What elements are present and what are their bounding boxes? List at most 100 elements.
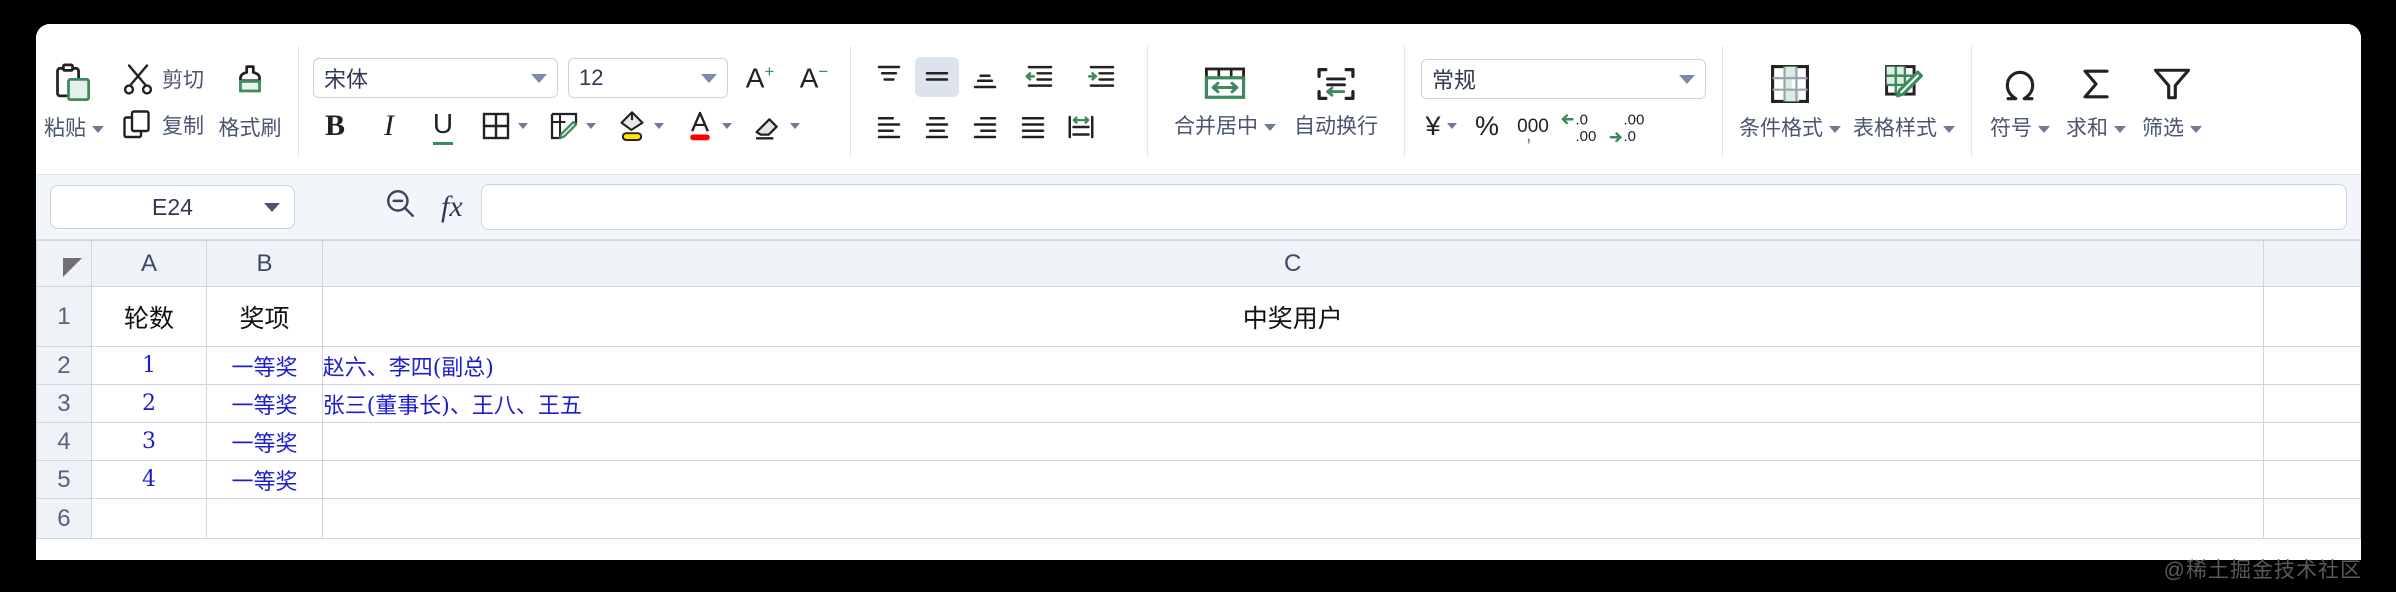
cell-b3[interactable]: 一等奖	[206, 384, 323, 423]
wrap-text-button[interactable]: 自动换行	[1288, 60, 1384, 144]
cell-b1[interactable]: 奖项	[206, 286, 323, 347]
cell-c5[interactable]	[321, 460, 2264, 499]
filter-button[interactable]: 筛选	[2134, 30, 2210, 174]
merge-center-button[interactable]: 合并居中	[1168, 60, 1282, 144]
row-header-3[interactable]: 3	[36, 384, 92, 423]
cell-a3[interactable]: 2	[90, 384, 208, 423]
borders-button[interactable]	[475, 106, 533, 146]
chevron-down-icon[interactable]	[1264, 123, 1276, 131]
column-header-a[interactable]: A	[90, 240, 208, 287]
cell-a1[interactable]: 轮数	[90, 286, 208, 347]
row-header-6[interactable]: 6	[36, 498, 92, 539]
increase-indent-button[interactable]	[1073, 57, 1131, 97]
decrease-decimal-button[interactable]: .00 .0	[1607, 107, 1649, 145]
select-all-corner[interactable]	[36, 240, 92, 287]
row-header-2[interactable]: 2	[36, 346, 92, 385]
font-size-select[interactable]: 12	[568, 58, 728, 98]
cell-c2[interactable]: 赵六、李四(副总)	[321, 346, 2264, 385]
zoom-out-icon[interactable]	[383, 186, 417, 228]
decrease-font-size-button[interactable]: A−	[792, 58, 836, 98]
cell-a2[interactable]: 1	[90, 346, 208, 385]
column-header-d[interactable]	[2262, 240, 2361, 287]
formula-bar-tools: fx	[383, 186, 463, 228]
align-left-button[interactable]	[867, 107, 911, 147]
cell-c3[interactable]: 张三(董事长)、王八、王五	[321, 384, 2264, 423]
cell-b5[interactable]: 一等奖	[206, 460, 323, 499]
comma-style-button[interactable]: 000,	[1513, 107, 1553, 145]
cell-a4[interactable]: 3	[90, 422, 208, 461]
row-header-4[interactable]: 4	[36, 422, 92, 461]
column-header-c[interactable]: C	[321, 240, 2264, 287]
chevron-down-icon[interactable]	[1446, 123, 1457, 129]
cell-d5[interactable]	[2262, 460, 2361, 499]
cell-d1[interactable]	[2262, 286, 2361, 347]
function-label[interactable]: fx	[441, 190, 463, 224]
cell-b6[interactable]	[206, 498, 323, 539]
chevron-down-icon[interactable]	[518, 123, 528, 129]
paste-button[interactable]: 粘贴	[36, 30, 112, 174]
cell-c1[interactable]: 中奖用户	[321, 286, 2264, 347]
cell-a5[interactable]: 4	[90, 460, 208, 499]
cell-b2[interactable]: 一等奖	[206, 346, 323, 385]
cut-button[interactable]: 剪切	[112, 58, 212, 100]
increase-font-size-button[interactable]: A+	[738, 58, 782, 98]
fill-color-button[interactable]	[611, 106, 669, 146]
ribbon-toolbar: 粘贴 剪切 复制 格式刷 宋体 12 A+ A− B I U 合并居中 自动换行…	[36, 24, 2361, 174]
number-format-select[interactable]: 常规	[1421, 59, 1706, 99]
chevron-down-icon[interactable]	[2114, 125, 2126, 133]
align-right-button[interactable]	[963, 107, 1007, 147]
font-family-select[interactable]: 宋体	[313, 58, 558, 98]
symbol-button[interactable]: 符号	[1982, 30, 2058, 174]
italic-button[interactable]: I	[367, 106, 411, 146]
cell-a6[interactable]	[90, 498, 208, 539]
cell-c4[interactable]	[321, 422, 2264, 461]
number-format-value: 常规	[1432, 68, 1477, 93]
align-top-button[interactable]	[867, 57, 911, 97]
cell-d6[interactable]	[2262, 498, 2361, 539]
chevron-down-icon[interactable]	[1943, 125, 1955, 133]
increase-decimal-button[interactable]: .0 .00	[1559, 107, 1601, 145]
align-bottom-icon	[970, 62, 1000, 92]
format-painter-button[interactable]: 格式刷	[212, 30, 288, 174]
align-middle-button[interactable]	[915, 57, 959, 97]
cell-style-button[interactable]	[543, 106, 601, 146]
align-bottom-button[interactable]	[963, 57, 1007, 97]
chevron-down-icon[interactable]	[264, 202, 280, 212]
underline-button[interactable]: U	[421, 106, 465, 146]
cell-pen-icon	[548, 110, 580, 142]
name-box[interactable]: E24	[50, 185, 295, 229]
conditional-format-button[interactable]: 条件格式	[1733, 30, 1847, 174]
currency-button[interactable]: ¥	[1421, 107, 1461, 145]
chevron-down-icon[interactable]	[1829, 125, 1841, 133]
formula-input[interactable]	[480, 184, 2347, 230]
cell-d4[interactable]	[2262, 422, 2361, 461]
row-header-1[interactable]: 1	[36, 286, 92, 347]
cell-d2[interactable]	[2262, 346, 2361, 385]
decrease-indent-button[interactable]	[1011, 57, 1069, 97]
copy-button[interactable]: 复制	[112, 104, 212, 146]
cell-d3[interactable]	[2262, 384, 2361, 423]
distribute-align-button[interactable]	[1059, 107, 1103, 147]
percent-button[interactable]: %	[1467, 107, 1507, 145]
svg-text:.00: .00	[1576, 128, 1597, 144]
chevron-down-icon[interactable]	[654, 123, 664, 129]
cell-b4[interactable]: 一等奖	[206, 422, 323, 461]
align-center-button[interactable]	[915, 107, 959, 147]
row-header-5[interactable]: 5	[36, 460, 92, 499]
funnel-icon	[2149, 62, 2195, 106]
table-style-button[interactable]: 表格样式	[1847, 30, 1961, 174]
chevron-down-icon[interactable]	[790, 123, 800, 129]
clear-format-button[interactable]	[747, 106, 805, 146]
chevron-down-icon[interactable]	[586, 123, 596, 129]
font-color-button[interactable]	[679, 106, 737, 146]
align-justify-button[interactable]	[1011, 107, 1055, 147]
chevron-down-icon[interactable]	[92, 125, 104, 133]
cell-c6[interactable]	[321, 498, 2264, 539]
table-row: 3 2 一等奖 张三(董事长)、王八、王五	[36, 384, 2361, 423]
bold-button[interactable]: B	[313, 106, 357, 146]
column-header-b[interactable]: B	[206, 240, 323, 287]
autosum-button[interactable]: 求和	[2058, 30, 2134, 174]
chevron-down-icon[interactable]	[2190, 125, 2202, 133]
chevron-down-icon[interactable]	[2038, 125, 2050, 133]
chevron-down-icon[interactable]	[722, 123, 732, 129]
